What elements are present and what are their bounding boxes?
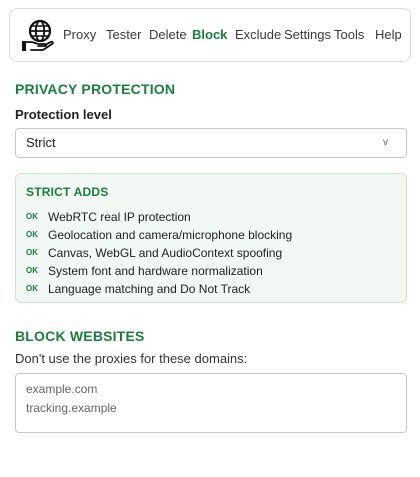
feature-text: Canvas, WebGL and AudioContext spoofing — [48, 245, 283, 260]
block-websites-description: Don't use the proxies for these domains: — [15, 351, 248, 366]
ok-badge: OK — [26, 284, 38, 294]
block-websites-heading: BLOCK WEBSITES — [15, 328, 145, 344]
protection-level-label: Protection level — [15, 107, 112, 122]
feature-text: Geolocation and camera/microphone blocki… — [48, 227, 293, 242]
list-item: OK WebRTC real IP protection — [26, 208, 191, 224]
nav-exclude[interactable]: Exclude — [235, 27, 281, 43]
strict-adds-heading: STRICT ADDS — [26, 185, 109, 199]
ok-badge: OK — [26, 248, 38, 258]
nav-settings[interactable]: Settings — [284, 27, 331, 43]
privacy-protection-heading: PRIVACY PROTECTION — [15, 81, 176, 97]
nav-help[interactable]: Help — [375, 27, 402, 43]
nav-tester[interactable]: Tester — [106, 27, 141, 43]
list-item: OK Language matching and Do Not Track — [26, 280, 250, 296]
nav-tools[interactable]: Tools — [334, 27, 364, 43]
feature-text: Language matching and Do Not Track — [48, 281, 251, 296]
ok-badge: OK — [26, 212, 38, 222]
ok-badge: OK — [26, 266, 38, 276]
strict-adds-panel: STRICT ADDS OK WebRTC real IP protection … — [15, 173, 407, 303]
nav-proxy[interactable]: Proxy — [63, 27, 96, 43]
blocked-domains-textarea[interactable] — [15, 373, 407, 433]
globe-hand-icon[interactable] — [21, 18, 57, 52]
ok-badge: OK — [26, 230, 38, 240]
chevron-down-icon: v — [383, 137, 388, 148]
top-nav-bar: Proxy Tester Delete Block Exclude Settin… — [9, 8, 411, 62]
protection-level-select[interactable]: Strict v — [15, 128, 407, 158]
protection-level-value: Strict — [26, 135, 56, 150]
list-item: OK Geolocation and camera/microphone bloc… — [26, 226, 292, 242]
feature-text: WebRTC real IP protection — [48, 209, 191, 224]
feature-text: System font and hardware normalization — [48, 263, 263, 278]
nav-delete[interactable]: Delete — [149, 27, 187, 43]
list-item: OK Canvas, WebGL and AudioContext spoofin… — [26, 244, 282, 260]
list-item: OK System font and hardware normalization — [26, 262, 263, 278]
nav-block[interactable]: Block — [192, 27, 227, 43]
